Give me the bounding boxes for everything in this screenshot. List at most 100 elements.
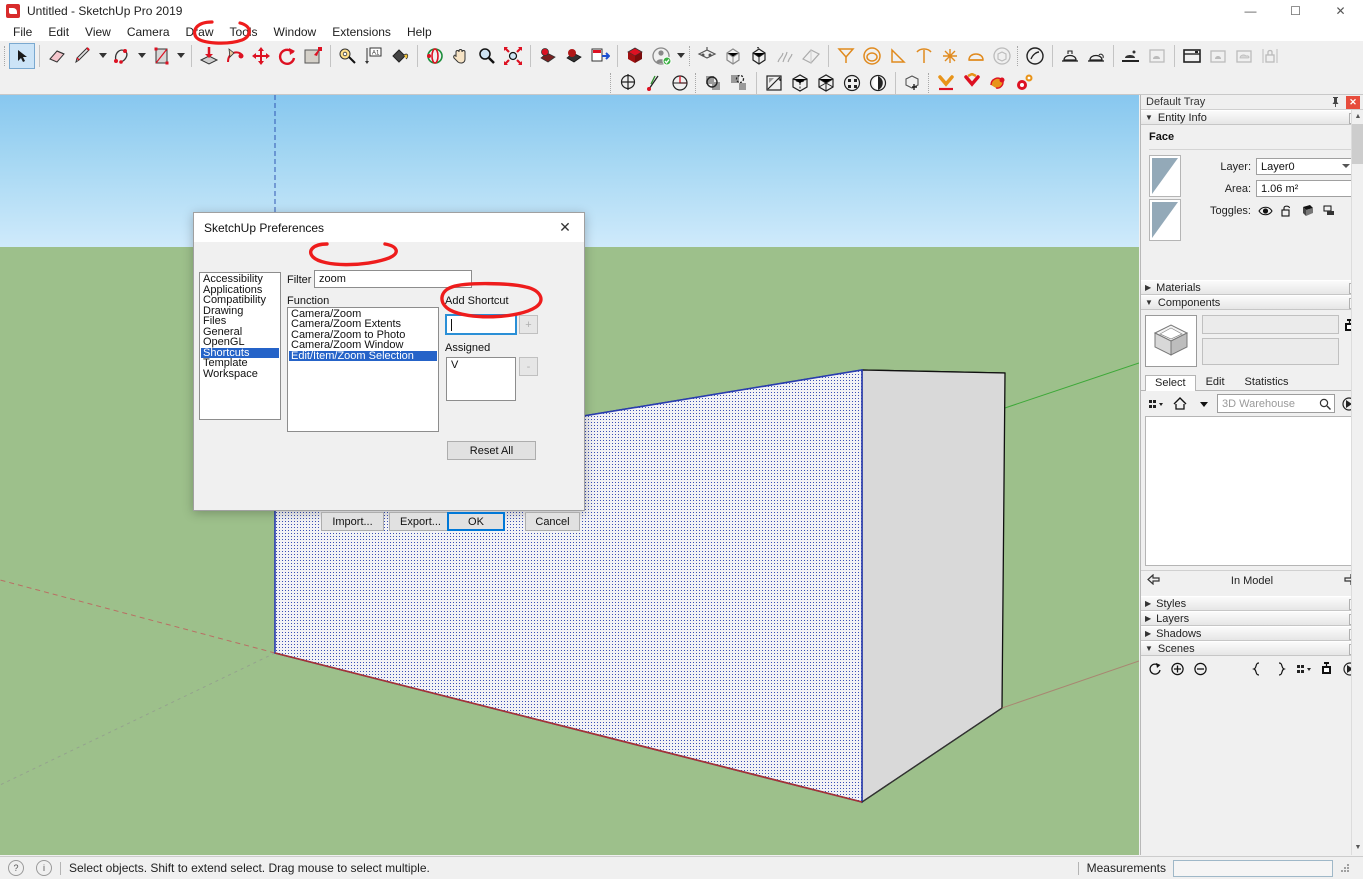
assigned-list[interactable]: V [446,357,516,401]
pin-icon-scenes[interactable] [1317,659,1336,678]
paint-bucket-icon[interactable] [387,43,413,69]
pencil-line-icon[interactable] [70,43,96,69]
arc-icon[interactable] [109,43,135,69]
remove-scene-icon[interactable] [1191,659,1210,678]
magnifier-icon[interactable] [1318,397,1332,414]
pan-icon[interactable] [448,43,474,69]
pushpull-icon[interactable] [196,43,222,69]
eraser-icon[interactable] [44,43,70,69]
shaded-icon[interactable] [865,70,891,96]
refresh-icon[interactable] [1145,659,1164,678]
scroll-down-arrow-icon[interactable]: ▼ [1352,841,1363,855]
toolbar-grip-4[interactable] [608,71,615,95]
make-component-icon[interactable] [622,43,648,69]
xray-icon[interactable] [761,70,787,96]
remove-shortcut-button[interactable]: - [519,357,538,376]
resize-grip[interactable] [1339,862,1351,874]
add-shortcut-button[interactable]: + [519,315,538,334]
layer-dropdown[interactable]: Layer0 [1256,158,1355,175]
tape-measure-icon[interactable] [335,43,361,69]
photo-match-icon[interactable] [1118,43,1144,69]
add-scene-icon[interactable] [1168,659,1187,678]
tray-close-icon[interactable]: ✕ [1346,96,1360,109]
scroll-thumb[interactable] [1352,124,1363,164]
panel-header-components[interactable]: ▼ Components ✕ [1141,295,1363,310]
add-shortcut-input[interactable] [446,315,516,334]
panel-header-shadows[interactable]: ▶ Shadows ✕ [1141,626,1363,641]
close-button[interactable]: ✕ [1318,0,1363,22]
category-files[interactable]: Files [201,316,279,327]
next-view-icon[interactable] [561,43,587,69]
match-photo2-icon[interactable] [1144,43,1170,69]
panel-header-entity-info[interactable]: ▼ Entity Info ✕ [1141,110,1363,125]
cancel-button[interactable]: Cancel [525,512,580,531]
subtract-icon[interactable] [726,70,752,96]
function-list[interactable]: Camera/Zoom Camera/Zoom Extents Camera/Z… [287,307,439,432]
3d-text-icon[interactable] [746,43,772,69]
upload-icon[interactable] [959,70,985,96]
eye-hidden-icon[interactable] [1256,202,1275,219]
position-texture-icon[interactable] [900,70,926,96]
panel-header-styles[interactable]: ▶ Styles ✕ [1141,596,1363,611]
previous-view-icon[interactable] [535,43,561,69]
menu-window[interactable]: Window [266,23,325,41]
lock-icon[interactable] [1257,43,1283,69]
drape-icon[interactable] [833,43,859,69]
ok-button[interactable]: OK [447,512,505,531]
settings-gear-icon[interactable] [1011,70,1037,96]
intersect-icon[interactable] [700,70,726,96]
pencil-dropdown-caret-icon[interactable] [96,43,109,69]
hidden-line-icon[interactable] [839,70,865,96]
toolbar-grip[interactable] [2,44,9,68]
export-button[interactable]: Export... [389,512,452,531]
category-workspace[interactable]: Workspace [201,369,279,380]
from-contours-icon[interactable] [911,43,937,69]
help-circle-icon[interactable]: ? [8,860,24,876]
advanced-camera2-icon[interactable] [1083,43,1109,69]
category-compatibility[interactable]: Compatibility [201,295,279,306]
view-options-icon[interactable] [1294,659,1313,678]
select-arrow-icon[interactable] [9,43,35,69]
smoove-icon[interactable] [885,43,911,69]
extension-icon[interactable] [985,70,1011,96]
component-description-field[interactable] [1202,338,1339,365]
category-opengl[interactable]: OpenGL [201,337,279,348]
location-dropdown-caret-icon[interactable] [674,43,687,69]
toolbar-grip-2[interactable] [687,44,694,68]
stamp-icon[interactable] [859,43,885,69]
panel-header-layers[interactable]: ▶ Layers ✕ [1141,611,1363,626]
warehouse-search-input[interactable]: 3D Warehouse [1217,394,1335,413]
advanced-camera-icon[interactable] [1057,43,1083,69]
grid-view-icon[interactable] [1145,394,1166,413]
menu-help[interactable]: Help [399,23,440,41]
section-plane-display-icon[interactable] [587,43,613,69]
menu-view[interactable]: View [77,23,119,41]
menu-file[interactable]: File [5,23,40,41]
download-icon[interactable] [933,70,959,96]
receive-shadow-icon[interactable] [1319,202,1338,219]
wireframe-icon[interactable] [813,70,839,96]
move-up-icon[interactable] [1248,659,1267,678]
pin-icon[interactable] [1329,97,1341,109]
rectangle-dropdown-caret-icon[interactable] [174,43,187,69]
back-arrow-icon[interactable] [1147,574,1160,588]
zoom-extents-icon[interactable] [500,43,526,69]
axes-tool-icon[interactable] [615,70,641,96]
warehouse-icon[interactable] [1231,43,1257,69]
scroll-up-arrow-icon[interactable]: ▲ [1352,110,1363,124]
category-accessibility[interactable]: Accessibility [201,274,279,285]
toolbar-grip-3[interactable] [1015,44,1022,68]
reset-all-button[interactable]: Reset All [447,441,536,460]
info-circle-icon[interactable]: i [36,860,52,876]
from-scratch-icon[interactable] [937,43,963,69]
measurements-input[interactable] [1173,860,1333,877]
components-list[interactable] [1145,416,1359,566]
component-cube-icon[interactable] [1145,315,1197,367]
tab-select[interactable]: Select [1145,375,1196,391]
filter-input[interactable]: zoom [314,270,472,288]
move-icon[interactable] [248,43,274,69]
category-template[interactable]: Template [201,358,279,369]
layout-send-icon[interactable] [1205,43,1231,69]
component-name-field[interactable] [1202,315,1339,334]
toolbar-grip-6[interactable] [926,71,933,95]
